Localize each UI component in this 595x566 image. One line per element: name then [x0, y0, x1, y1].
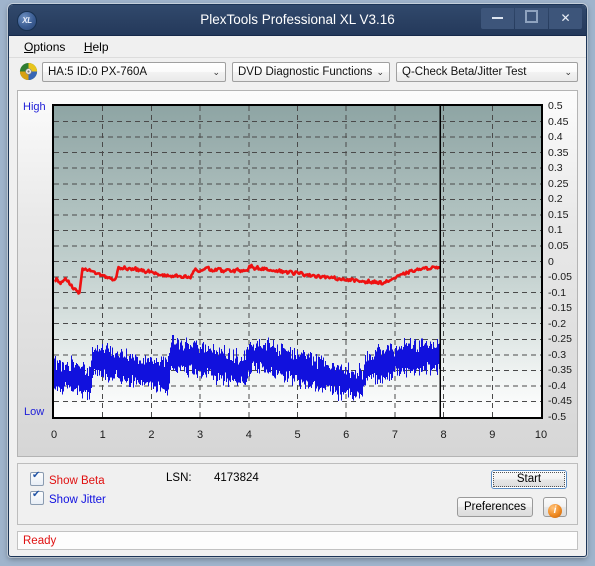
chart-panel: High Low 0.5 0.45 0.4 0.35 0.3 0.25 0.2 0.15 0.1…: [17, 90, 578, 457]
x-axis-tick: 1: [99, 429, 106, 441]
y-axis-tick: 0.25: [548, 177, 569, 190]
application-window: XL PlexTools Professional XL V3.16 ✕ Opt…: [8, 4, 587, 557]
y-axis-tick: -0.35: [548, 364, 572, 377]
minimize-button[interactable]: [481, 8, 514, 29]
x-axis-tick: 0: [50, 429, 58, 441]
axis-low-label: Low: [24, 406, 45, 418]
x-axis-tick: 3: [197, 429, 204, 441]
plot-area[interactable]: [52, 104, 543, 419]
axis-high-label: High: [23, 101, 46, 113]
menu-item-options[interactable]: Options: [19, 36, 74, 57]
show-beta-checkbox[interactable]: Show Beta: [30, 470, 105, 487]
y-axis-tick: 0.45: [548, 115, 569, 128]
test-select[interactable]: Q-Check Beta/Jitter Test ⌄: [396, 62, 578, 82]
y-axis-tick: -0.1: [548, 286, 567, 299]
y-axis-tick: 0.35: [548, 146, 569, 159]
close-button[interactable]: ✕: [549, 8, 582, 29]
y-axis-tick: -0.45: [548, 395, 572, 408]
test-select-value: Q-Check Beta/Jitter Test: [402, 66, 527, 78]
toolbar: HA:5 ID:0 PX-760A ⌄ DVD Diagnostic Funct…: [9, 58, 586, 88]
x-axis-tick: 10: [534, 429, 548, 441]
y-axis-tick: -0.2: [548, 317, 567, 330]
menu-bar: Options Help: [9, 36, 586, 58]
show-jitter-checkbox[interactable]: Show Jitter: [30, 489, 106, 506]
y-axis-tick: 0.05: [548, 239, 569, 252]
preferences-button[interactable]: Preferences: [457, 497, 533, 517]
x-axis-tick: 8: [440, 429, 447, 441]
drive-select[interactable]: HA:5 ID:0 PX-760A ⌄: [42, 62, 226, 82]
chart-canvas: [54, 106, 541, 417]
drive-select-value: HA:5 ID:0 PX-760A: [48, 66, 148, 78]
chevron-down-icon: ⌄: [564, 67, 572, 77]
checkbox-icon: [30, 489, 44, 505]
y-axis-tick: 0.5: [548, 100, 563, 112]
y-axis-tick: 0.2: [548, 193, 563, 206]
series-beta: [54, 263, 441, 295]
x-axis-tick: 2: [148, 429, 155, 441]
info-button[interactable]: i: [543, 497, 567, 518]
y-axis-tick: -0.3: [548, 348, 567, 361]
chevron-down-icon: ⌄: [212, 67, 220, 77]
x-axis-tick: 7: [391, 429, 398, 441]
x-axis-tick: 4: [245, 429, 252, 441]
menu-item-help-label: elp: [92, 40, 109, 54]
menu-item-options-label: ptions: [33, 40, 66, 54]
y-axis-tick: 0.3: [548, 162, 563, 175]
start-button-label: Start: [493, 472, 565, 487]
y-axis-tick: 0: [548, 255, 554, 268]
lsn-label: LSN:: [166, 472, 192, 484]
x-axis-tick: 5: [294, 429, 301, 441]
series-jitter: [54, 334, 441, 402]
y-axis-tick: -0.4: [548, 379, 567, 392]
info-icon: i: [548, 504, 562, 518]
start-button[interactable]: Start: [491, 470, 567, 489]
status-text: Ready: [23, 535, 57, 547]
y-axis-tick: -0.15: [548, 302, 572, 315]
maximize-button[interactable]: [515, 8, 548, 29]
plot-area-wrapper: [52, 104, 543, 419]
menu-item-help[interactable]: Help: [79, 36, 118, 57]
checkbox-icon: [30, 470, 44, 486]
maximize-icon: [525, 10, 538, 23]
y-axis-tick: -0.5: [548, 411, 567, 423]
function-select-value: DVD Diagnostic Functions: [238, 66, 373, 78]
x-axis-tick: 9: [489, 429, 496, 441]
x-axis-tick: 6: [343, 429, 350, 441]
lsn-value: 4173824: [214, 472, 259, 484]
minimize-icon: [492, 17, 503, 19]
preferences-button-label: Preferences: [463, 501, 526, 513]
y-axis-tick: 0.15: [548, 208, 569, 221]
y-axis-tick: 0.1: [548, 224, 563, 237]
status-bar: Ready: [17, 531, 578, 550]
y-axis-tick: 0.4: [548, 131, 563, 144]
control-panel: Show Beta Show Jitter LSN: 4173824 Start…: [17, 463, 578, 525]
show-beta-label: Show Beta: [49, 475, 105, 487]
y-axis-tick: -0.25: [548, 333, 572, 346]
show-jitter-label: Show Jitter: [49, 494, 106, 506]
title-bar: XL PlexTools Professional XL V3.16 ✕: [9, 5, 586, 36]
disc-icon: [19, 62, 38, 81]
chevron-down-icon: ⌄: [376, 67, 384, 77]
function-select[interactable]: DVD Diagnostic Functions ⌄: [232, 62, 390, 82]
y-axis-tick: -0.05: [548, 271, 572, 284]
